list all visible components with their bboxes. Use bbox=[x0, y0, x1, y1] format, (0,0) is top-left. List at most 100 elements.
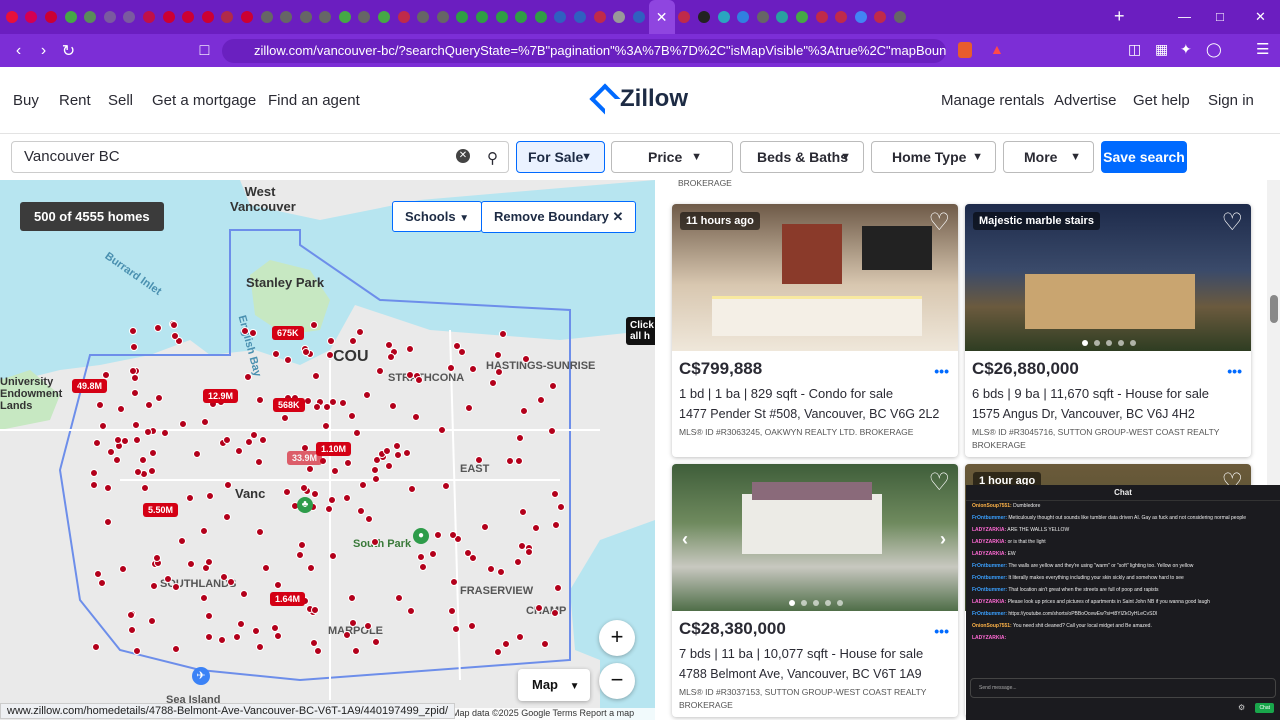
nav-find-an-agent[interactable]: Find an agent bbox=[268, 92, 360, 109]
window-close-icon[interactable]: ✕ bbox=[1255, 9, 1266, 25]
browser-tab[interactable] bbox=[831, 0, 851, 34]
browser-tab[interactable] bbox=[355, 0, 375, 34]
carousel-next-icon[interactable]: › bbox=[940, 529, 946, 550]
browser-tab[interactable] bbox=[531, 0, 551, 34]
nav-sign-in[interactable]: Sign in bbox=[1208, 92, 1254, 109]
browser-tab[interactable] bbox=[41, 0, 61, 34]
listing-marker[interactable] bbox=[434, 530, 443, 539]
listing-marker[interactable] bbox=[325, 350, 334, 359]
listing-marker[interactable] bbox=[486, 565, 495, 574]
browser-tab[interactable] bbox=[851, 0, 871, 34]
listing-marker[interactable] bbox=[117, 404, 126, 413]
listing-marker[interactable] bbox=[517, 541, 526, 550]
vpn-icon[interactable]: ◯ bbox=[1206, 41, 1222, 58]
browser-tab[interactable] bbox=[120, 0, 140, 34]
browser-tab[interactable] bbox=[61, 0, 81, 34]
browser-tab[interactable] bbox=[590, 0, 610, 34]
listing-marker[interactable] bbox=[280, 413, 289, 422]
listing-marker[interactable] bbox=[171, 582, 180, 591]
more-filter[interactable]: More ▼ bbox=[1003, 141, 1094, 173]
listing-marker[interactable] bbox=[524, 547, 533, 556]
listing-marker[interactable] bbox=[147, 466, 156, 475]
listing-marker[interactable] bbox=[556, 503, 565, 512]
listing-marker[interactable] bbox=[103, 483, 112, 492]
price-pill[interactable]: 568K bbox=[273, 398, 305, 412]
schools-button[interactable]: Schools ▼ bbox=[392, 201, 483, 232]
listing-marker[interactable] bbox=[494, 368, 503, 377]
nav-get-help[interactable]: Get help bbox=[1133, 92, 1190, 109]
favorite-heart-icon[interactable]: ♡ bbox=[928, 208, 950, 238]
browser-tab[interactable] bbox=[100, 0, 120, 34]
browser-tab[interactable] bbox=[413, 0, 433, 34]
listing-photo[interactable] bbox=[672, 464, 958, 611]
chat-input[interactable]: Send message... bbox=[970, 678, 1276, 698]
listing-marker[interactable] bbox=[119, 564, 128, 573]
listing-marker[interactable] bbox=[261, 564, 270, 573]
listing-marker[interactable] bbox=[451, 625, 460, 634]
chat-username[interactable]: FrOntbummer: bbox=[972, 587, 1007, 593]
listing-marker[interactable] bbox=[239, 589, 248, 598]
listing-marker[interactable] bbox=[497, 567, 506, 576]
listing-marker[interactable] bbox=[534, 603, 543, 612]
browser-tab[interactable] bbox=[694, 0, 714, 34]
listing-marker[interactable] bbox=[283, 355, 292, 364]
listing-marker[interactable] bbox=[303, 396, 312, 405]
listing-marker[interactable] bbox=[550, 489, 559, 498]
listing-marker[interactable] bbox=[371, 474, 380, 483]
listing-marker[interactable] bbox=[204, 611, 213, 620]
zillow-logo[interactable]: Zillow bbox=[589, 83, 688, 115]
chat-username[interactable]: OnionSoup7551: bbox=[972, 503, 1012, 509]
nav-manage-rentals[interactable]: Manage rentals bbox=[941, 92, 1044, 109]
browser-tab[interactable] bbox=[22, 0, 42, 34]
listing-marker[interactable] bbox=[248, 329, 257, 338]
chat-username[interactable]: OnionSoup7551: bbox=[972, 623, 1012, 629]
save-search-button[interactable]: Save search bbox=[1101, 141, 1187, 173]
browser-tab[interactable] bbox=[159, 0, 179, 34]
listing-marker[interactable] bbox=[171, 645, 180, 654]
remove-boundary-button[interactable]: Remove Boundary ✕ bbox=[481, 201, 637, 233]
price-pill[interactable]: 5.50M bbox=[143, 503, 179, 517]
listing-address[interactable]: 1477 Pender St #508, Vancouver, BC V6G 2… bbox=[679, 407, 939, 421]
browser-tab[interactable] bbox=[316, 0, 336, 34]
map[interactable]: West Vancouver Stanley Park Burrard Inle… bbox=[0, 180, 655, 720]
zoom-in-button[interactable]: + bbox=[599, 620, 635, 656]
listing-marker[interactable] bbox=[515, 632, 524, 641]
browser-tab[interactable] bbox=[675, 0, 695, 34]
search-icon[interactable]: ⚲ bbox=[487, 144, 498, 174]
listing-marker[interactable] bbox=[498, 329, 507, 338]
listing-marker[interactable] bbox=[347, 594, 356, 603]
browser-tab[interactable] bbox=[714, 0, 734, 34]
listing-marker[interactable] bbox=[394, 450, 403, 459]
browser-tab[interactable] bbox=[733, 0, 753, 34]
beds-baths-filter[interactable]: Beds & Baths ▼ bbox=[740, 141, 864, 173]
nav-get-a-mortgage[interactable]: Get a mortgage bbox=[152, 92, 256, 109]
listing-marker[interactable] bbox=[133, 467, 142, 476]
listing-card[interactable]: 11 hours ago ♡ C$799,888 ••• 1 bd | 1 ba… bbox=[672, 204, 958, 457]
browser-tab[interactable] bbox=[257, 0, 277, 34]
listing-marker[interactable] bbox=[297, 541, 306, 550]
nav-rent[interactable]: Rent bbox=[59, 92, 91, 109]
new-tab-button[interactable]: + bbox=[1114, 6, 1125, 27]
listing-marker[interactable] bbox=[493, 351, 502, 359]
listing-marker[interactable] bbox=[101, 370, 110, 379]
map-attribution[interactable]: Map data ©2025 Google Terms Report a map… bbox=[434, 708, 634, 720]
listing-marker[interactable] bbox=[351, 646, 360, 655]
carousel-prev-icon[interactable]: ‹ bbox=[682, 529, 688, 550]
browser-tab[interactable] bbox=[472, 0, 492, 34]
listing-marker[interactable] bbox=[328, 551, 337, 560]
listing-marker[interactable] bbox=[222, 513, 231, 522]
listing-marker[interactable] bbox=[236, 619, 245, 628]
listing-card[interactable]: ‹ › ♡ C$28,380,000 ••• 7 bds | 11 ba | 1… bbox=[672, 464, 958, 717]
listing-marker[interactable] bbox=[371, 465, 380, 474]
listing-marker[interactable] bbox=[255, 457, 264, 466]
listing-marker[interactable] bbox=[138, 456, 147, 465]
chat-username[interactable]: FrOntbummer: bbox=[972, 563, 1007, 569]
listing-marker[interactable] bbox=[441, 482, 450, 491]
browser-tab[interactable] bbox=[2, 0, 22, 34]
listing-marker[interactable] bbox=[314, 646, 323, 655]
price-pill[interactable]: 49.8M bbox=[72, 379, 108, 393]
listing-marker[interactable] bbox=[519, 507, 528, 516]
listing-marker[interactable] bbox=[147, 616, 156, 625]
listing-marker[interactable] bbox=[127, 610, 136, 619]
listing-marker[interactable] bbox=[321, 421, 330, 430]
